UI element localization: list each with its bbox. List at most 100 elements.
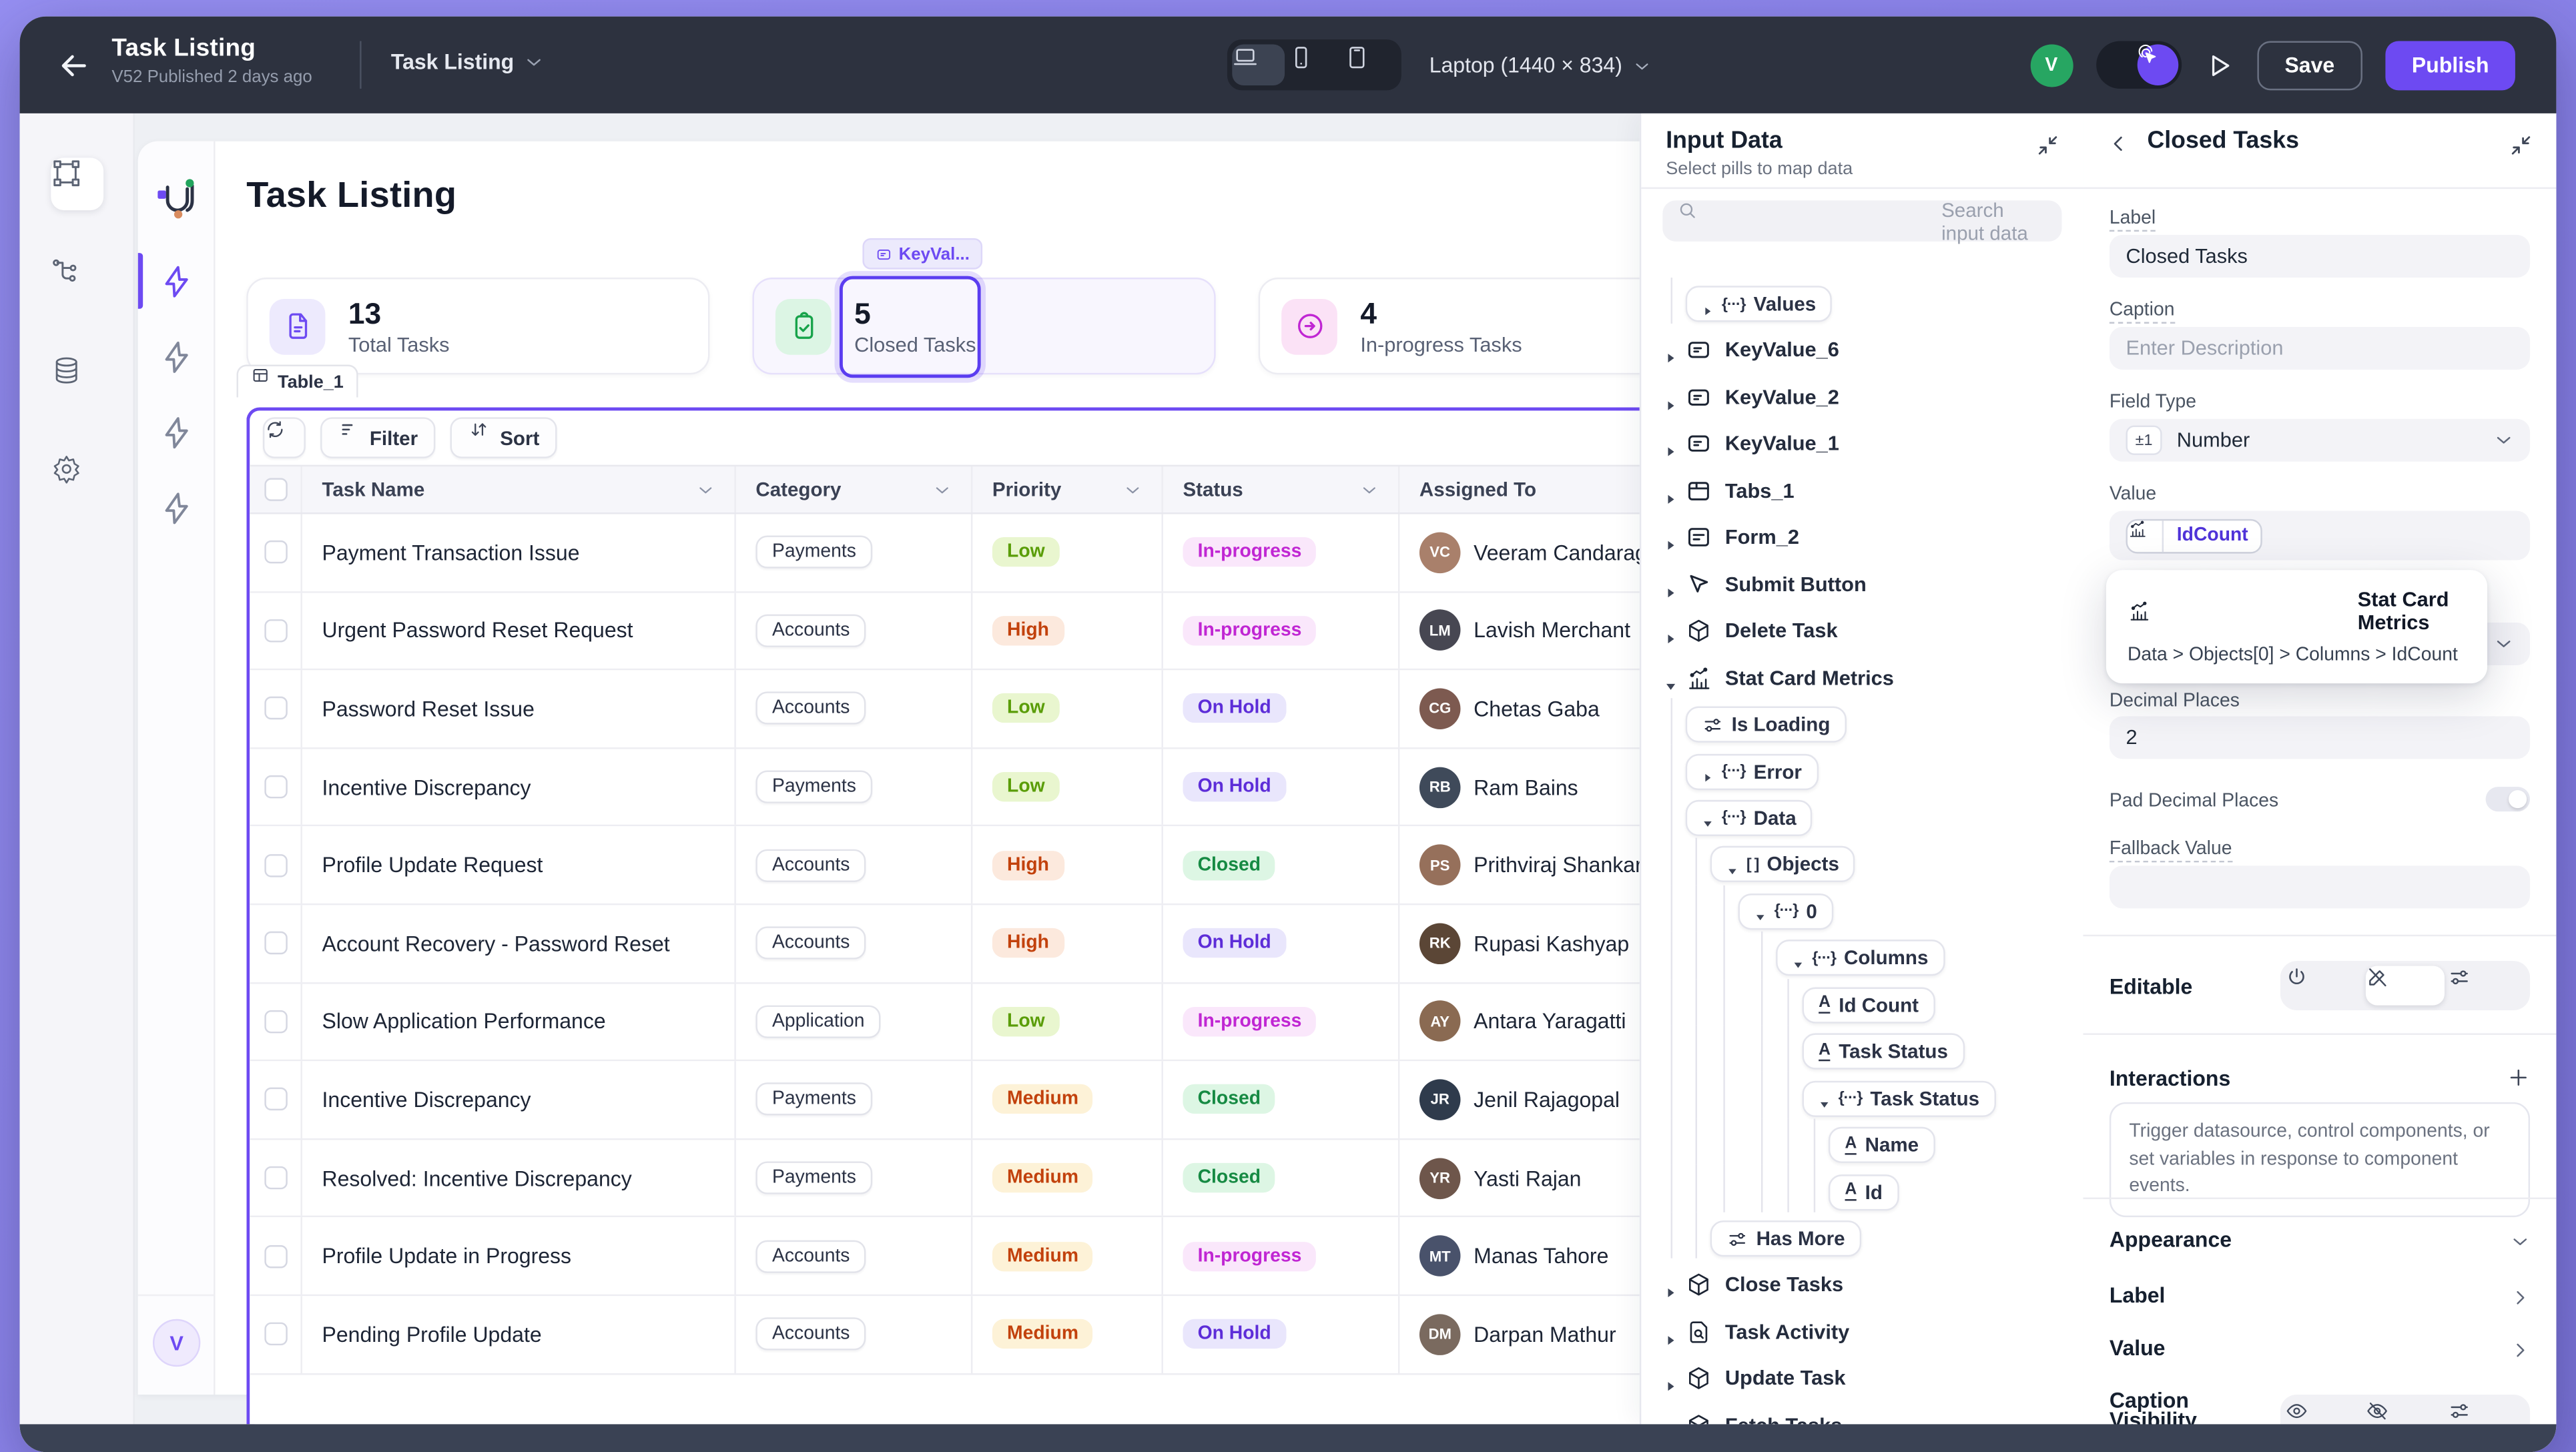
tree-item-objects[interactable]: [ ]Objects: [1710, 845, 1856, 884]
row-checkbox[interactable]: [250, 1296, 302, 1373]
appearance-section-header[interactable]: Appearance: [2110, 1227, 2232, 1252]
row-checkbox[interactable]: [250, 671, 302, 747]
table-component-badge[interactable]: Table_1: [236, 365, 358, 398]
tree-guide-line: [1671, 277, 1672, 324]
device-tablet-button[interactable]: [1344, 44, 1397, 85]
row-checkbox[interactable]: [250, 514, 302, 591]
tree-item-keyvalue-[interactable]: KeyValue_2: [1664, 378, 1839, 417]
stat-card-total-tasks[interactable]: 13 Total Tasks: [246, 278, 709, 374]
row-checkbox[interactable]: [250, 1218, 302, 1295]
table-row[interactable]: Payment Transaction Issue Payments Low I…: [250, 514, 1688, 593]
tree-item-fetch-tasks[interactable]: Fetch Tasks: [1664, 1406, 1843, 1425]
device-laptop-button[interactable]: [1232, 44, 1285, 85]
select-all-checkbox[interactable]: [250, 466, 302, 512]
tree-item-keyvalue-[interactable]: KeyValue_6: [1664, 331, 1839, 370]
add-interaction-button[interactable]: [2507, 1066, 2530, 1089]
page-bolt-icon[interactable]: [159, 340, 194, 375]
tree-item-is-loading[interactable]: Is Loading: [1686, 705, 1847, 744]
tree-item-data[interactable]: {···}Data: [1686, 798, 1813, 837]
appearance-row-label[interactable]: Label: [2110, 1283, 2166, 1308]
editable-off-button[interactable]: [2366, 966, 2445, 1005]
appearance-row-value[interactable]: Value: [2110, 1335, 2166, 1360]
page-bolt-icon-active[interactable]: [159, 264, 194, 299]
data-pill--: {···}0: [1738, 893, 1834, 930]
row-checkbox[interactable]: [250, 983, 302, 1060]
sidebar-item-components[interactable]: [51, 157, 103, 210]
editable-dynamic-button[interactable]: [2447, 966, 2525, 1005]
fallback-value-input[interactable]: [2110, 865, 2530, 908]
table-row[interactable]: Slow Application Performance Application…: [250, 983, 1688, 1061]
table-row[interactable]: Incentive Discrepancy Payments Low On Ho…: [250, 749, 1688, 827]
column-header-priority[interactable]: Priority: [972, 466, 1163, 512]
filter-button[interactable]: Filter: [320, 417, 436, 458]
app-user-avatar[interactable]: V: [153, 1319, 200, 1367]
tree-item--[interactable]: {···}0: [1738, 891, 1834, 931]
back-icon[interactable]: [56, 47, 92, 83]
row-checkbox[interactable]: [250, 749, 302, 825]
label-field-input[interactable]: Closed Tasks: [2110, 235, 2530, 278]
tree-item-task-status[interactable]: ATask Status: [1803, 1032, 1965, 1071]
back-chevron-icon[interactable]: [2108, 133, 2129, 154]
tree-item-stat-card-metrics[interactable]: Stat Card Metrics: [1664, 658, 1894, 697]
row-checkbox[interactable]: [250, 905, 302, 982]
page-selector-dropdown[interactable]: Task Listing: [391, 49, 544, 74]
column-header-status[interactable]: Status: [1163, 466, 1399, 512]
table-row[interactable]: Profile Update in Progress Accounts Medi…: [250, 1218, 1688, 1296]
table-row[interactable]: Profile Update Request Accounts High Clo…: [250, 827, 1688, 905]
value-field-input[interactable]: IdCount: [2110, 511, 2530, 561]
row-checkbox[interactable]: [250, 1140, 302, 1216]
tree-item-columns[interactable]: {···}Columns: [1776, 938, 1945, 978]
row-checkbox[interactable]: [250, 1062, 302, 1138]
save-button[interactable]: Save: [2257, 40, 2362, 89]
tree-item-delete-task[interactable]: Delete Task: [1664, 611, 1838, 651]
refresh-button[interactable]: [263, 417, 306, 458]
idcount-pill[interactable]: IdCount: [2126, 518, 2262, 553]
sort-button[interactable]: Sort: [450, 417, 557, 458]
tree-item-close-tasks[interactable]: Close Tasks: [1664, 1266, 1843, 1305]
caption-field-input[interactable]: Enter Description: [2110, 327, 2530, 370]
collapse-panel-icon[interactable]: [2509, 133, 2533, 157]
page-bolt-icon[interactable]: [159, 416, 194, 450]
tree-item-tabs-[interactable]: Tabs_1: [1664, 471, 1795, 510]
tree-item-id[interactable]: AId: [1829, 1172, 1899, 1212]
table-row[interactable]: Urgent Password Reset Request Accounts H…: [250, 593, 1688, 671]
tree-item-id-count[interactable]: AId Count: [1803, 985, 1935, 1024]
device-size-dropdown[interactable]: Laptop (1440 × 834): [1429, 53, 1652, 77]
collapse-panel-icon[interactable]: [2035, 133, 2060, 157]
tree-item-update-task[interactable]: Update Task: [1664, 1359, 1846, 1399]
tree-item-submit-button[interactable]: Submit Button: [1664, 565, 1867, 604]
tree-item-task-activity[interactable]: Task Activity: [1664, 1313, 1850, 1352]
device-phone-button[interactable]: [1288, 44, 1341, 85]
search-input[interactable]: Search input data: [1662, 200, 2061, 242]
user-avatar[interactable]: V: [2030, 43, 2073, 86]
tree-item-name[interactable]: AName: [1829, 1126, 1935, 1165]
column-header-category[interactable]: Category: [736, 466, 972, 512]
table-row[interactable]: Pending Profile Update Accounts Medium O…: [250, 1296, 1688, 1374]
decimal-places-input[interactable]: 2: [2110, 716, 2530, 759]
table-row[interactable]: Account Recovery - Password Reset Accoun…: [250, 905, 1688, 983]
editable-on-button[interactable]: [2285, 966, 2363, 1005]
table-row[interactable]: Password Reset Issue Accounts Low On Hol…: [250, 671, 1688, 749]
preview-play-button[interactable]: [2204, 50, 2234, 79]
sidebar-item-data[interactable]: [51, 355, 103, 408]
field-type-select[interactable]: ±1 Number: [2110, 419, 2530, 462]
tree-item-task-status[interactable]: {···}Task Status: [1803, 1078, 1996, 1118]
page-bolt-icon[interactable]: [159, 491, 194, 526]
tree-item-values[interactable]: {···}Values: [1686, 284, 1833, 324]
tree-item-error[interactable]: {···}Error: [1686, 751, 1819, 791]
pad-decimal-toggle[interactable]: [2486, 787, 2530, 811]
keyvalue-component-badge[interactable]: KeyVal...: [862, 238, 982, 270]
row-checkbox[interactable]: [250, 593, 302, 669]
tree-item-has-more[interactable]: Has More: [1710, 1219, 1862, 1258]
table-row[interactable]: Incentive Discrepancy Payments Medium Cl…: [250, 1062, 1688, 1140]
stat-card-closed-tasks[interactable]: KeyVal... 5 Closed Tasks: [752, 278, 1215, 374]
column-header-task-name[interactable]: Task Name: [302, 466, 736, 512]
publish-button[interactable]: Publish: [2386, 40, 2515, 89]
sidebar-item-settings[interactable]: [51, 453, 103, 506]
tree-item-form-[interactable]: Form_2: [1664, 518, 1799, 557]
table-row[interactable]: Resolved: Incentive Discrepancy Payments…: [250, 1140, 1688, 1218]
interact-mode-toggle[interactable]: [2096, 41, 2181, 89]
row-checkbox[interactable]: [250, 827, 302, 903]
tree-item-keyvalue-[interactable]: KeyValue_1: [1664, 424, 1839, 464]
sidebar-item-flow[interactable]: [51, 256, 103, 309]
